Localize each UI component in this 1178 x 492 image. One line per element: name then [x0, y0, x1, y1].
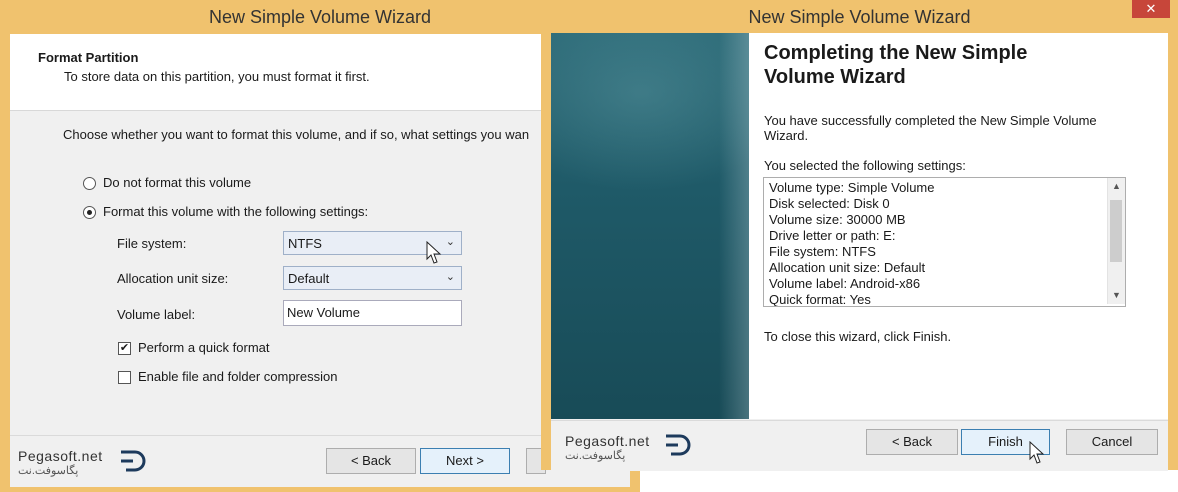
pegasoft-logo: Pegasoft.net پگاسوفت.نت [565, 433, 650, 462]
allocation-unit-value: Default [288, 271, 330, 286]
button-bar: Pegasoft.net پگاسوفت.نت < Back Finish Ca… [551, 420, 1168, 471]
logo-text: Pegasoft.net [18, 448, 103, 464]
scroll-up-icon[interactable]: ▲ [1108, 178, 1125, 195]
chevron-down-icon: ⌄ [445, 236, 455, 248]
close-hint: To close this wizard, click Finish. [764, 329, 952, 344]
wizard-client: Completing the New Simple Volume Wizard … [551, 33, 1168, 471]
chevron-down-icon: ⌄ [445, 271, 455, 283]
list-item: Volume type: Simple Volume [769, 180, 935, 195]
quick-format-label[interactable]: Perform a quick format [138, 340, 270, 355]
logo-arabic: پگاسوفت.نت [18, 465, 79, 477]
quick-format-checkbox[interactable]: ✔ [118, 342, 131, 355]
format-label[interactable]: Format this volume with the following se… [103, 204, 368, 219]
pegasoft-logo-icon [666, 434, 691, 456]
pegasoft-logo: Pegasoft.net پگاسوفت.نت [18, 448, 103, 477]
list-item: File system: NTFS [769, 244, 876, 259]
window-title: New Simple Volume Wizard [748, 7, 971, 27]
back-button[interactable]: < Back [326, 448, 416, 474]
settings-intro: You selected the following settings: [764, 158, 966, 173]
logo-arabic: پگاسوفت.نت [565, 450, 626, 462]
volume-label-value: New Volume [287, 305, 360, 320]
success-text: You have successfully completed the New … [764, 113, 1097, 143]
wizard-client: Format Partition To store data on this p… [10, 34, 630, 487]
wizard-banner-image [551, 33, 749, 419]
allocation-unit-label: Allocation unit size: [117, 271, 229, 286]
list-item: Drive letter or path: E: [769, 228, 896, 243]
instruction-text: Choose whether you want to format this v… [63, 127, 530, 142]
format-radio[interactable] [83, 206, 96, 219]
page-subtitle: To store data on this partition, you mus… [64, 69, 370, 84]
scroll-down-icon[interactable]: ▼ [1108, 287, 1125, 304]
compression-checkbox[interactable] [118, 371, 131, 384]
mouse-cursor-icon [1029, 441, 1045, 464]
list-item: Disk selected: Disk 0 [769, 196, 890, 211]
allocation-unit-select[interactable]: Default ⌄ [283, 266, 462, 290]
volume-label-label: Volume label: [117, 307, 196, 322]
volume-label-input[interactable]: New Volume [283, 300, 462, 326]
cancel-button[interactable]: Cancel [1066, 429, 1158, 455]
close-button[interactable]: ✕ [1132, 0, 1170, 18]
no-format-radio[interactable] [83, 177, 96, 190]
settings-scrollbar[interactable]: ▲ ▼ [1107, 178, 1125, 304]
file-system-value: NTFS [288, 236, 322, 251]
scroll-thumb[interactable] [1110, 200, 1122, 262]
no-format-label[interactable]: Do not format this volume [103, 175, 251, 190]
next-button[interactable]: Next > [420, 448, 510, 474]
format-options-page: Choose whether you want to format this v… [10, 111, 630, 434]
pegasoft-logo-icon [121, 450, 146, 472]
list-item: Quick format: Yes [769, 292, 871, 307]
settings-list[interactable]: Volume type: Simple Volume Disk selected… [763, 177, 1126, 307]
page-title: Format Partition [38, 50, 139, 65]
list-item: Volume label: Android-x86 [769, 276, 921, 291]
file-system-label: File system: [117, 236, 187, 251]
compression-label[interactable]: Enable file and folder compression [138, 369, 337, 384]
logo-text: Pegasoft.net [565, 433, 650, 449]
banner-edge [719, 33, 749, 419]
wizard-header: Format Partition To store data on this p… [10, 34, 630, 111]
completion-content: Completing the New Simple Volume Wizard … [749, 33, 1168, 419]
mouse-cursor-icon [426, 241, 442, 264]
back-button[interactable]: < Back [866, 429, 958, 455]
list-item: Allocation unit size: Default [769, 260, 926, 275]
list-item: Volume size: 30000 MB [769, 212, 906, 227]
button-bar: Pegasoft.net پگاسوفت.نت < Back Next > [10, 435, 630, 487]
completion-heading: Completing the New Simple Volume Wizard [764, 42, 1028, 88]
completing-wizard-window: New Simple Volume Wizard ✕ Completing th… [541, 0, 1178, 471]
